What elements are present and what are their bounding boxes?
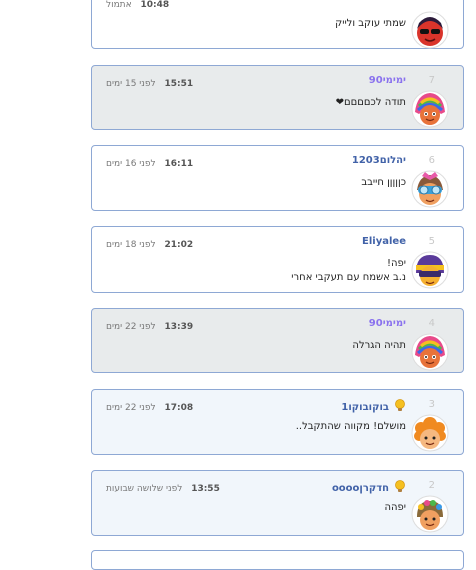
avatar-flower-crown — [411, 495, 449, 533]
comment-message: כןןןןן חייבב — [361, 176, 406, 190]
comment-message: מושלם! מקווה שהתקבל.. — [296, 420, 406, 434]
comment-date: אתמול — [106, 0, 132, 10]
comment-username[interactable]: ימימי90 — [369, 75, 406, 86]
comment-card: 10:48 אתמול שמתי עוקב ולייק — [91, 0, 464, 49]
comment-message-line: מושלם! מקווה שהתקבל.. — [295, 421, 406, 432]
comment-date: לפני 15 ימים — [106, 79, 156, 89]
comment-card: 17:08 לפני 22 ימים 3 בוקובוקו1 מושלם! מק… — [91, 389, 464, 455]
comment-number: 4 — [428, 318, 435, 329]
comment-message: יפהה — [384, 501, 406, 515]
comment-message-line: תודה לכםםםם❤ — [335, 97, 406, 108]
user-avatar[interactable] — [411, 333, 449, 371]
comment-username[interactable]: חדקרןoooo — [332, 483, 389, 494]
user-avatar[interactable] — [411, 251, 449, 289]
user-avatar[interactable] — [411, 90, 449, 128]
comment-time: 17:08 — [164, 403, 194, 413]
comment-message: יפה! נ.ב אשמח עם תעקבי אחרי — [291, 257, 406, 285]
comment-message-line: יפה! — [386, 258, 406, 269]
comment-time: 10:48 — [140, 0, 170, 10]
avatar-rainbow-hair — [411, 333, 449, 371]
comment-timestamp: 15:51 לפני 15 ימים — [106, 79, 193, 89]
comment-card — [91, 550, 464, 570]
comment-message-line: נ.ב אשמח עם תעקבי אחרי — [291, 272, 406, 283]
comment-time: 13:39 — [164, 322, 194, 332]
user-avatar[interactable] — [411, 414, 449, 452]
comment-message: תהיה הגרלה — [352, 339, 406, 353]
comment-message: שמתי עוקב ולייק — [335, 17, 406, 31]
comment-number: 6 — [428, 155, 435, 166]
lightbulb-icon — [395, 399, 405, 411]
comment-date: לפני 22 ימים — [106, 322, 156, 332]
comment-date: לפני 18 ימים — [106, 240, 156, 250]
avatar-purple-helmet — [411, 251, 449, 289]
avatar-orange-curly-hair — [411, 414, 449, 452]
comment-number: 7 — [428, 75, 435, 86]
comment-username[interactable]: ימימי90 — [369, 318, 406, 329]
comment-card: 13:55 לפני שלושה שבועות 2 חדקרןoooo יפהה — [91, 470, 464, 536]
comment-username-row: חדקרןoooo — [332, 480, 406, 494]
avatar-red-dark-hair-sunglasses — [411, 11, 449, 49]
comment-message-line: שמתי עוקב ולייק — [335, 18, 406, 29]
comment-number: 3 — [428, 399, 435, 410]
comment-time: 16:11 — [164, 159, 194, 169]
lightbulb-icon — [395, 480, 405, 492]
avatar-rainbow-hair — [411, 90, 449, 128]
comment-username[interactable]: יהלום1203 — [352, 155, 406, 166]
comment-username[interactable]: בוקובוקו1 — [341, 402, 389, 413]
comment-number: 5 — [428, 236, 435, 247]
comment-timestamp: 10:48 אתמול — [106, 0, 169, 10]
comment-card: 15:51 לפני 15 ימים 7 ימימי90 תודה לכםםםם… — [91, 65, 464, 130]
comment-card: 16:11 לפני 16 ימים 6 יהלום1203 כןןןןן חי… — [91, 145, 464, 211]
comment-message-line: תהיה הגרלה — [352, 340, 406, 351]
comment-number: 2 — [428, 480, 435, 491]
comment-message-line: כןןןןן חייבב — [361, 177, 406, 188]
user-avatar[interactable] — [411, 11, 449, 49]
comment-date: לפני 22 ימים — [106, 403, 156, 413]
comment-timestamp: 17:08 לפני 22 ימים — [106, 403, 193, 413]
comment-username-row: בוקובוקו1 — [341, 399, 406, 413]
comment-timestamp: 16:11 לפני 16 ימים — [106, 159, 193, 169]
comment-time: 13:55 — [191, 484, 220, 494]
comment-card: 13:39 לפני 22 ימים 4 ימימי90 תהיה הגרלה — [91, 308, 464, 373]
comment-message: תודה לכםםםם❤ — [336, 96, 406, 110]
comment-date: לפני שלושה שבועות — [106, 484, 183, 494]
user-avatar[interactable] — [411, 495, 449, 533]
comment-timestamp: 13:39 לפני 22 ימים — [106, 322, 193, 332]
comment-message-line: יפהה — [384, 502, 406, 513]
comment-time: 21:02 — [164, 240, 194, 250]
comment-time: 15:51 — [164, 79, 194, 89]
user-avatar[interactable] — [411, 170, 449, 208]
comment-date: לפני 16 ימים — [106, 159, 156, 169]
comment-timestamp: 13:55 לפני שלושה שבועות — [106, 484, 220, 494]
comment-timestamp: 21:02 לפני 18 ימים — [106, 240, 193, 250]
avatar-goggles-pink-bow — [411, 170, 449, 208]
comment-username[interactable]: Eliyalee — [362, 236, 406, 247]
comments-list: 10:48 אתמול שמתי עוקב ולייק 15:51 לפני 1… — [0, 0, 476, 570]
comment-card: 21:02 לפני 18 ימים 5 Eliyalee יפה! נ.ב א… — [91, 226, 464, 293]
